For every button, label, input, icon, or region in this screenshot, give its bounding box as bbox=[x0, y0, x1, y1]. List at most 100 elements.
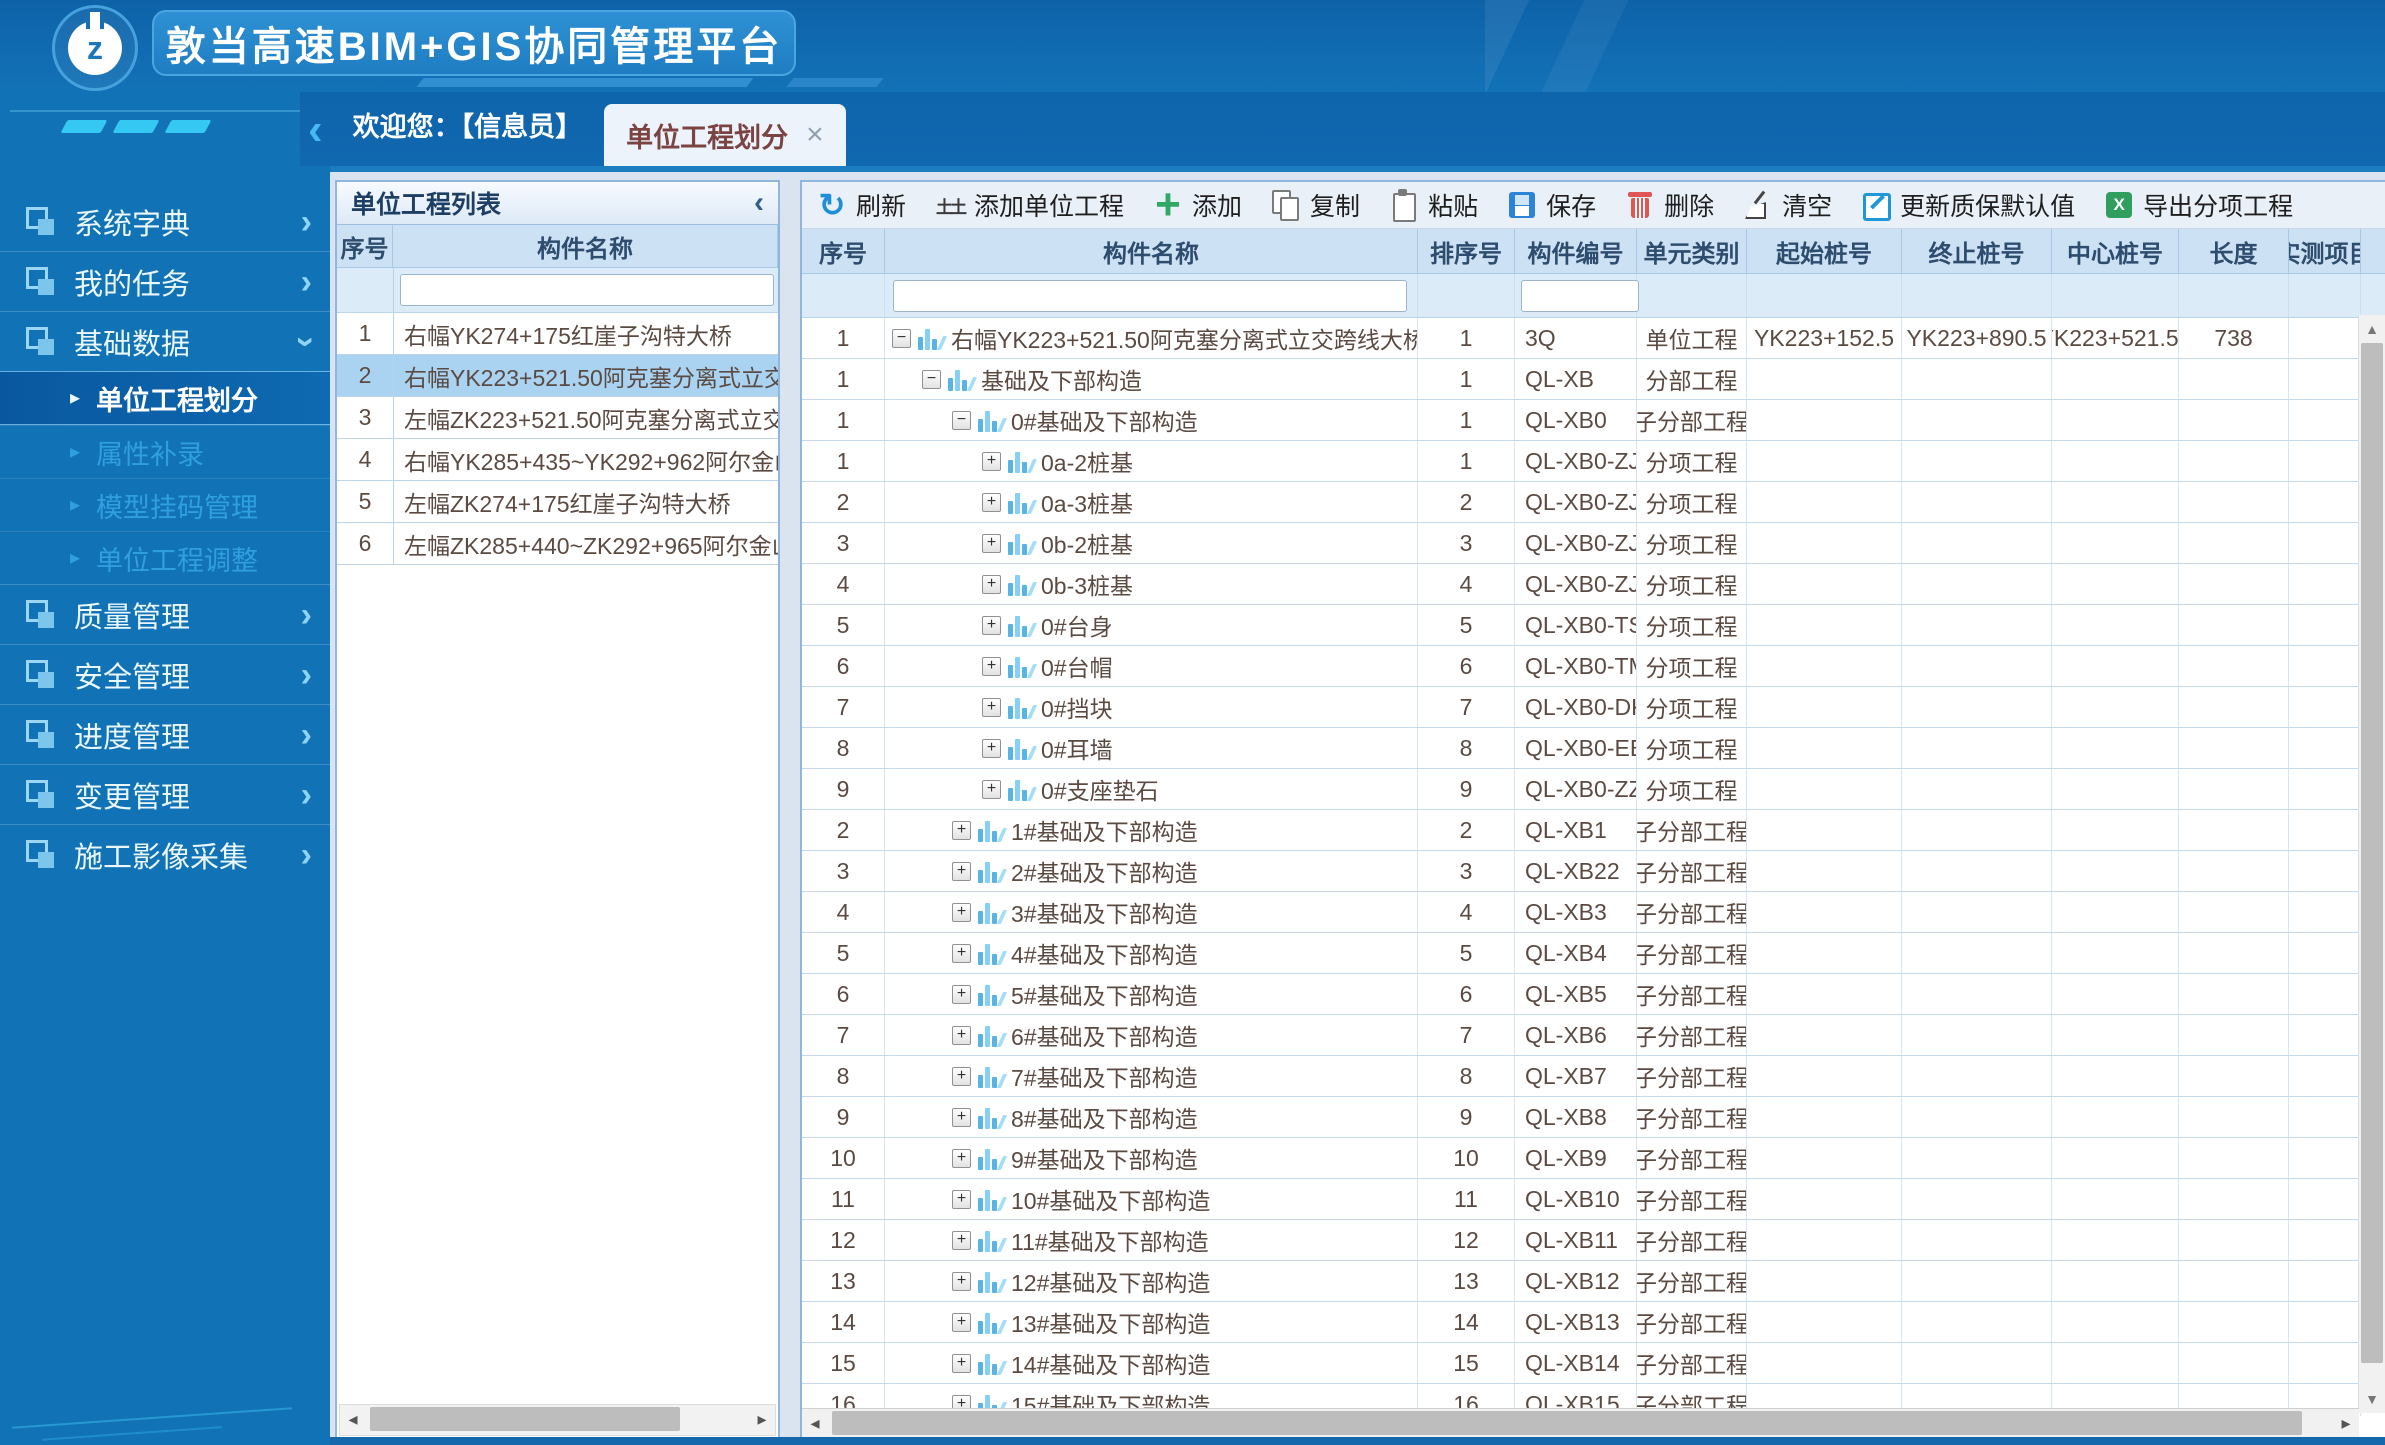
code-filter-input[interactable] bbox=[1521, 280, 1639, 312]
column-header[interactable]: 起始桩号 bbox=[1747, 229, 1902, 273]
expander-plus-icon[interactable] bbox=[952, 862, 971, 881]
column-header[interactable]: 构件名称 bbox=[885, 229, 1418, 273]
column-header[interactable]: 序号 bbox=[802, 229, 885, 273]
table-row[interactable]: 40b-3桩基4QL-XB0-ZJ3分项工程 bbox=[802, 564, 2385, 605]
clear-button[interactable]: 清空 bbox=[1742, 187, 1832, 223]
expander-minus-icon[interactable] bbox=[922, 370, 941, 389]
table-row[interactable]: 1312#基础及下部构造13QL-XB12子分部工程 bbox=[802, 1261, 2385, 1302]
expander-plus-icon[interactable] bbox=[982, 698, 1001, 717]
refresh-button[interactable]: 刷新 bbox=[816, 187, 906, 223]
expander-minus-icon[interactable] bbox=[952, 411, 971, 430]
unit-project-row[interactable]: 4右幅YK285+435~YK292+962阿尔金山特长隧道 bbox=[337, 439, 778, 481]
unit-project-row[interactable]: 3左幅ZK223+521.50阿克塞分离式立交跨线大桥 bbox=[337, 397, 778, 439]
table-row[interactable]: 1514#基础及下部构造15QL-XB14子分部工程 bbox=[802, 1343, 2385, 1384]
tab-unit-project-division[interactable]: 单位工程划分 bbox=[604, 104, 846, 166]
sidebar-item[interactable]: 系统字典› bbox=[0, 192, 330, 251]
sidebar-item[interactable]: 施工影像采集› bbox=[0, 824, 330, 884]
table-row[interactable]: 54#基础及下部构造5QL-XB4子分部工程 bbox=[802, 933, 2385, 974]
sidebar-subitem[interactable]: ▸单位工程划分 bbox=[0, 371, 330, 425]
name-filter-input[interactable] bbox=[400, 274, 774, 306]
expander-plus-icon[interactable] bbox=[982, 780, 1001, 799]
table-row[interactable]: 87#基础及下部构造8QL-XB7子分部工程 bbox=[802, 1056, 2385, 1097]
scrollbar-thumb[interactable] bbox=[370, 1407, 680, 1431]
column-header[interactable]: 构件编号 bbox=[1515, 229, 1637, 273]
column-header[interactable]: 长度 bbox=[2179, 229, 2289, 273]
table-row[interactable]: 90#支座垫石9QL-XB0-ZZDS0分项工程 bbox=[802, 769, 2385, 810]
column-header[interactable]: 终止桩号 bbox=[1902, 229, 2052, 273]
expander-plus-icon[interactable] bbox=[982, 452, 1001, 471]
expander-plus-icon[interactable] bbox=[952, 1313, 971, 1332]
scroll-left-icon[interactable] bbox=[340, 1405, 366, 1433]
expander-plus-icon[interactable] bbox=[952, 1067, 971, 1086]
expander-plus-icon[interactable] bbox=[952, 1108, 971, 1127]
expander-plus-icon[interactable] bbox=[952, 1354, 971, 1373]
table-row[interactable]: 1110#基础及下部构造11QL-XB10子分部工程 bbox=[802, 1179, 2385, 1220]
table-row[interactable]: 1基础及下部构造1QL-XB分部工程 bbox=[802, 359, 2385, 400]
paste-button[interactable]: 粘贴 bbox=[1388, 187, 1478, 223]
expander-plus-icon[interactable] bbox=[952, 1190, 971, 1209]
expander-plus-icon[interactable] bbox=[952, 821, 971, 840]
table-row[interactable]: 20a-3桩基2QL-XB0-ZJ1分项工程 bbox=[802, 482, 2385, 523]
unit-project-row[interactable]: 1右幅YK274+175红崖子沟特大桥 bbox=[337, 313, 778, 355]
table-row[interactable]: 70#挡块7QL-XB0-DK0分项工程 bbox=[802, 687, 2385, 728]
sidebar-item[interactable]: 安全管理› bbox=[0, 644, 330, 704]
table-row[interactable]: 32#基础及下部构造3QL-XB22子分部工程 bbox=[802, 851, 2385, 892]
table-row[interactable]: 43#基础及下部构造4QL-XB3子分部工程 bbox=[802, 892, 2385, 933]
table-row[interactable]: 65#基础及下部构造6QL-XB5子分部工程 bbox=[802, 974, 2385, 1015]
expander-plus-icon[interactable] bbox=[982, 657, 1001, 676]
column-header[interactable]: 中心桩号 bbox=[2052, 229, 2179, 273]
column-header[interactable]: 单元类别 bbox=[1637, 229, 1747, 273]
table-row[interactable]: 76#基础及下部构造7QL-XB6子分部工程 bbox=[802, 1015, 2385, 1056]
sidebar-subitem[interactable]: ▸属性补录 bbox=[0, 425, 330, 478]
list-horizontal-scrollbar[interactable] bbox=[339, 1404, 776, 1436]
sidebar-subitem[interactable]: ▸模型挂码管理 bbox=[0, 478, 330, 531]
table-row[interactable]: 98#基础及下部构造9QL-XB8子分部工程 bbox=[802, 1097, 2385, 1138]
sidebar-item[interactable]: 进度管理› bbox=[0, 704, 330, 764]
column-header[interactable]: 排序号 bbox=[1418, 229, 1515, 273]
expander-minus-icon[interactable] bbox=[892, 329, 911, 348]
table-row[interactable]: 30b-2桩基3QL-XB0-ZJ2分项工程 bbox=[802, 523, 2385, 564]
scroll-up-icon[interactable] bbox=[2359, 317, 2385, 341]
expander-plus-icon[interactable] bbox=[952, 944, 971, 963]
collapse-panel-icon[interactable] bbox=[754, 188, 778, 218]
table-row[interactable]: 50#台身5QL-XB0-TS0分项工程 bbox=[802, 605, 2385, 646]
scrollbar-thumb[interactable] bbox=[2361, 343, 2383, 1363]
scroll-right-icon[interactable] bbox=[2333, 1409, 2359, 1437]
table-row[interactable]: 10a-2桩基1QL-XB0-ZJ0分项工程 bbox=[802, 441, 2385, 482]
plus-button[interactable]: 添加 bbox=[1152, 187, 1242, 223]
column-header[interactable]: 序号 bbox=[337, 225, 393, 267]
expander-plus-icon[interactable] bbox=[982, 739, 1001, 758]
expander-plus-icon[interactable] bbox=[952, 1231, 971, 1250]
table-row[interactable]: 60#台帽6QL-XB0-TM0分项工程 bbox=[802, 646, 2385, 687]
table-row[interactable]: 80#耳墙8QL-XB0-EBQ0分项工程 bbox=[802, 728, 2385, 769]
export-subitem-button[interactable]: 导出分项工程 bbox=[2103, 187, 2293, 223]
expander-plus-icon[interactable] bbox=[952, 903, 971, 922]
tabs-scroll-left-icon[interactable]: ‹ bbox=[308, 98, 323, 162]
expander-plus-icon[interactable] bbox=[952, 1272, 971, 1291]
grid-vertical-scrollbar[interactable] bbox=[2358, 315, 2385, 1413]
close-icon[interactable] bbox=[806, 120, 824, 150]
table-row[interactable]: 1211#基础及下部构造12QL-XB11子分部工程 bbox=[802, 1220, 2385, 1261]
expander-plus-icon[interactable] bbox=[982, 534, 1001, 553]
expander-plus-icon[interactable] bbox=[982, 493, 1001, 512]
expander-plus-icon[interactable] bbox=[982, 575, 1001, 594]
table-row[interactable]: 1413#基础及下部构造14QL-XB13子分部工程 bbox=[802, 1302, 2385, 1343]
scrollbar-thumb[interactable] bbox=[832, 1411, 2302, 1435]
table-row[interactable]: 109#基础及下部构造10QL-XB9子分部工程 bbox=[802, 1138, 2385, 1179]
scroll-left-icon[interactable] bbox=[802, 1409, 828, 1437]
table-row[interactable]: 21#基础及下部构造2QL-XB1子分部工程 bbox=[802, 810, 2385, 851]
update-warranty-default-button[interactable]: 更新质保默认值 bbox=[1860, 187, 2075, 223]
sidebar-item[interactable]: 基础数据› bbox=[0, 311, 330, 371]
sidebar-item[interactable]: 我的任务› bbox=[0, 251, 330, 311]
expander-plus-icon[interactable] bbox=[952, 1149, 971, 1168]
copy-button[interactable]: 复制 bbox=[1270, 187, 1360, 223]
table-row[interactable]: 10#基础及下部构造1QL-XB0子分部工程 bbox=[802, 400, 2385, 441]
column-header[interactable]: 实测项目 bbox=[2289, 229, 2361, 273]
scroll-right-icon[interactable] bbox=[749, 1405, 775, 1433]
sidebar-item[interactable]: 变更管理› bbox=[0, 764, 330, 824]
name-filter-input[interactable] bbox=[893, 280, 1407, 312]
table-row[interactable]: 1右幅YK223+521.50阿克塞分离式立交跨线大桥13Q单位工程YK223+… bbox=[802, 318, 2385, 359]
unit-project-row[interactable]: 2右幅YK223+521.50阿克塞分离式立交跨线大桥 bbox=[337, 355, 778, 397]
delete-button[interactable]: 删除 bbox=[1624, 187, 1714, 223]
expander-plus-icon[interactable] bbox=[982, 616, 1001, 635]
